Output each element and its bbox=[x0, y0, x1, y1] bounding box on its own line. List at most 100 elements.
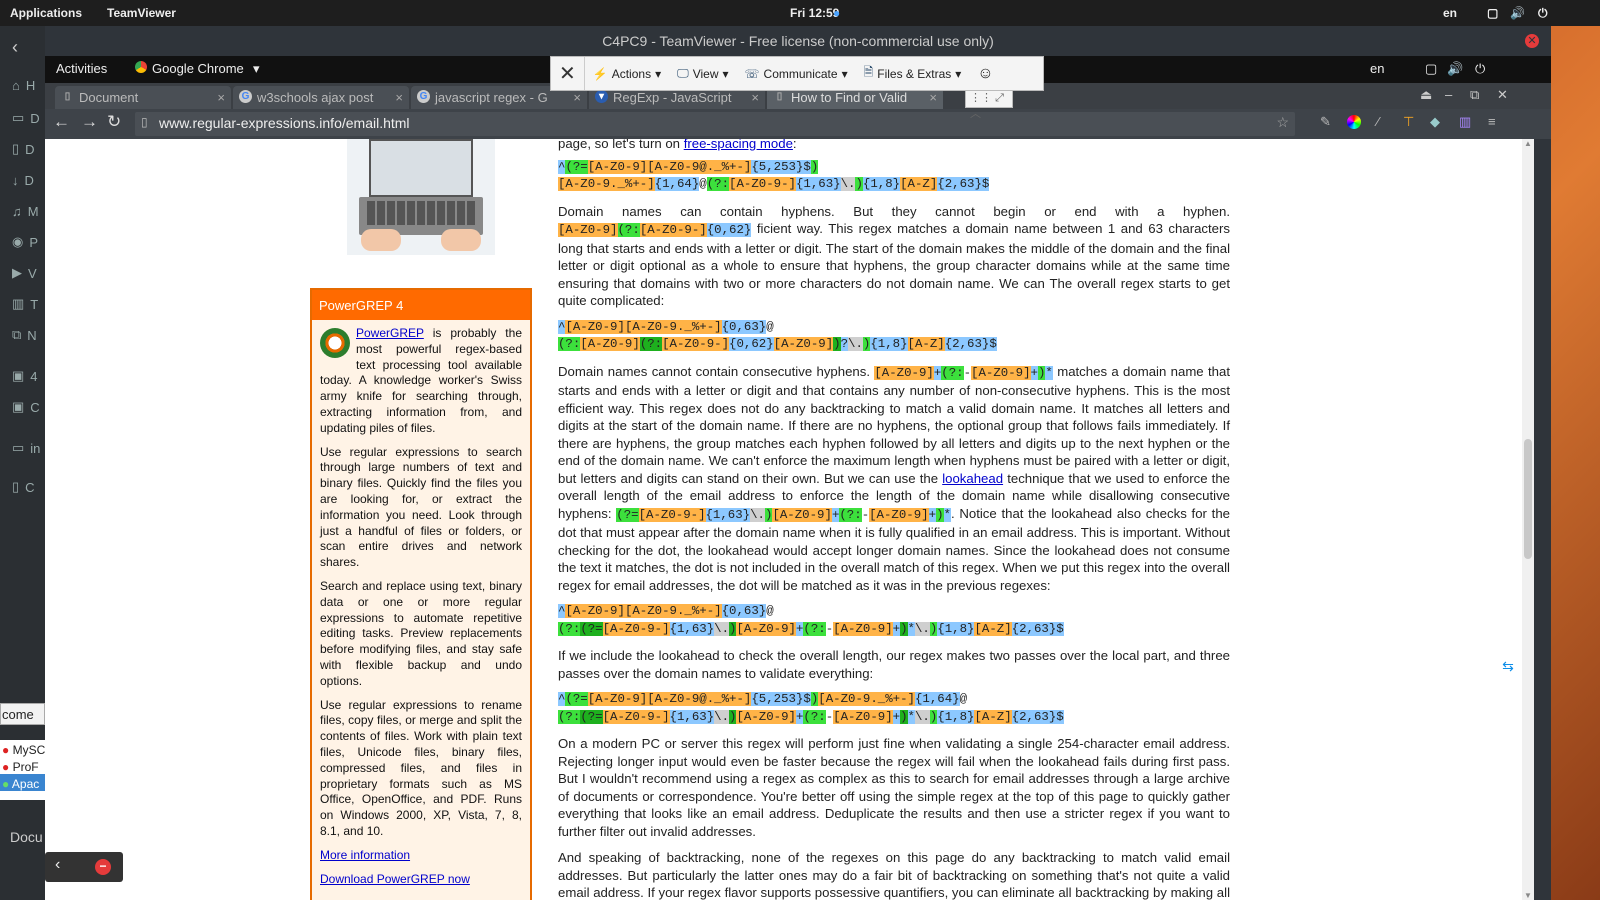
clock[interactable]: Fri 12:59 bbox=[790, 6, 839, 20]
dock-item-home[interactable]: ⌂ H bbox=[0, 68, 45, 102]
close-icon[interactable]: × bbox=[395, 90, 403, 105]
scrollbar-thumb[interactable] bbox=[1524, 439, 1532, 559]
powergrep-link[interactable]: PowerGREP bbox=[356, 326, 424, 340]
close-icon[interactable]: ✕ bbox=[1497, 87, 1508, 103]
view-menu[interactable]: 🖵 View ▾ bbox=[669, 57, 736, 90]
reload-icon[interactable]: ↻ bbox=[107, 112, 121, 132]
dock-item-computer[interactable]: ▯ C bbox=[0, 470, 45, 504]
background-window-field[interactable]: come bbox=[0, 703, 45, 725]
language-indicator[interactable]: en bbox=[1443, 6, 1457, 20]
restore-icon[interactable]: ⧉ bbox=[1470, 87, 1479, 103]
page-scrollbar[interactable]: ▲ ▼ bbox=[1522, 139, 1534, 900]
chrome-omnibar: ← → ↻ ▯ www.regular-expressions.info/ema… bbox=[45, 109, 1551, 139]
extension-pen-icon[interactable]: ✎ bbox=[1320, 114, 1331, 130]
close-icon[interactable]: × bbox=[751, 90, 759, 105]
toolbar-collapse-handle[interactable]: ⋮⋮ ⤢ ︿ bbox=[965, 90, 1013, 120]
lookahead-link[interactable]: lookahead bbox=[942, 471, 1003, 486]
monitor-icon: 🖵 bbox=[677, 66, 689, 80]
page-icon: ▯ bbox=[776, 91, 783, 102]
trash-icon: ▥ bbox=[12, 296, 25, 311]
paragraph-include: If we include the lookahead to check the… bbox=[558, 648, 1230, 681]
remote-language[interactable]: en bbox=[1370, 61, 1384, 76]
back-arrow-icon[interactable]: ‹ bbox=[55, 856, 60, 874]
folder-icon: ▭ bbox=[12, 440, 25, 455]
more-information-link[interactable]: More information bbox=[320, 848, 410, 862]
teamviewer-title: C4PC9 - TeamViewer - Free license (non-c… bbox=[45, 26, 1551, 56]
window-icon[interactable]: ▢ bbox=[1487, 6, 1498, 20]
minimize-icon[interactable]: – bbox=[1445, 87, 1452, 102]
dock-item-desktop[interactable]: ▭ D bbox=[0, 101, 45, 135]
app-menu[interactable]: Google Chrome bbox=[152, 61, 244, 76]
color-picker-icon[interactable] bbox=[1347, 115, 1361, 129]
dock-item-drive-1[interactable]: ▣ 4 bbox=[0, 359, 45, 393]
files-icon: 🗎 bbox=[863, 65, 874, 79]
applications-menu[interactable]: Applications bbox=[10, 6, 82, 20]
ruler-icon[interactable]: ⊤ bbox=[1403, 114, 1414, 130]
extension-icon[interactable]: ◆ bbox=[1430, 114, 1440, 130]
article-content: page, so let's turn on free-spacing mode… bbox=[558, 139, 1230, 900]
teamviewer-side-icon[interactable]: ⇆ bbox=[1497, 655, 1519, 677]
dock-item-network[interactable]: ⧉ N bbox=[0, 318, 45, 352]
tab-document[interactable]: ▯ Document × bbox=[55, 86, 231, 109]
forward-icon[interactable]: → bbox=[81, 112, 98, 132]
os-top-bar: Applications TeamViewer Fri 12:59 ● en ▢… bbox=[0, 0, 1600, 26]
grid-icon: ⋮⋮ bbox=[970, 92, 992, 104]
teamviewer-window: C4PC9 - TeamViewer - Free license (non-c… bbox=[45, 26, 1551, 900]
chevron-down-icon[interactable]: ▾ bbox=[253, 61, 260, 77]
dock-item-folder[interactable]: ▭ in bbox=[0, 431, 45, 465]
close-session-icon[interactable]: ✕ bbox=[551, 57, 585, 90]
back-icon[interactable]: ← bbox=[53, 112, 70, 132]
bookmark-star-icon[interactable]: ☆ bbox=[1276, 114, 1289, 131]
ad-paragraph-2: Use regular expressions to search throug… bbox=[320, 444, 522, 570]
regex-block-2: ^[A-Z0-9][A-Z0-9._%+-]{0,63}@ (?:[A-Z0-9]… bbox=[558, 319, 997, 351]
drive-icon: ▣ bbox=[12, 368, 25, 383]
power-icon[interactable]: ⏻ bbox=[1538, 6, 1548, 21]
scroll-down-icon[interactable]: ▼ bbox=[1524, 891, 1532, 900]
download-link[interactable]: Download PowerGREP now bbox=[320, 872, 470, 886]
window-icon[interactable]: ▢ bbox=[1425, 61, 1437, 77]
stop-icon[interactable]: − bbox=[95, 859, 111, 875]
back-arrow-icon[interactable]: ‹ bbox=[0, 30, 45, 64]
dock-item-pictures[interactable]: ◉ P bbox=[0, 225, 45, 259]
smiley-icon[interactable]: ☺ bbox=[969, 57, 1001, 90]
dock-item-trash[interactable]: ▥ T bbox=[0, 287, 45, 321]
close-icon[interactable]: × bbox=[573, 90, 581, 105]
dock-item-downloads[interactable]: ↓ D bbox=[0, 163, 45, 197]
actions-menu[interactable]: ⚡ Actions ▾ bbox=[585, 57, 669, 90]
address-bar[interactable]: ▯ www.regular-expressions.info/email.htm… bbox=[135, 112, 1295, 136]
google-icon: G bbox=[239, 90, 252, 103]
files-extras-menu[interactable]: 🗎 Files & Extras ▾ bbox=[856, 57, 970, 90]
teamviewer-menu[interactable]: TeamViewer bbox=[107, 6, 176, 20]
dock-item-music[interactable]: ♫ M bbox=[0, 194, 45, 228]
ad-paragraph-3: Search and replace using text, binary da… bbox=[320, 578, 522, 688]
user-icon[interactable]: ⏏ bbox=[1420, 87, 1432, 103]
free-spacing-link[interactable]: free-spacing mode bbox=[684, 139, 793, 151]
eyedropper-icon[interactable]: ⁄ bbox=[1377, 114, 1379, 129]
scroll-up-icon[interactable]: ▲ bbox=[1524, 139, 1532, 148]
volume-icon[interactable]: 🔊 bbox=[1510, 6, 1525, 20]
dock-item-videos[interactable]: ▶ V bbox=[0, 256, 45, 290]
close-icon[interactable]: × bbox=[217, 90, 225, 105]
power-icon[interactable]: ⏻ bbox=[1475, 61, 1485, 77]
powergrep-ad-box: PowerGREP 4 PowerGREP is probably the mo… bbox=[310, 288, 532, 900]
close-icon[interactable]: ✕ bbox=[1525, 34, 1539, 48]
menu-icon[interactable]: ≡ bbox=[1488, 114, 1496, 129]
chevron-down-icon: ▾ bbox=[955, 66, 962, 81]
google-icon: G bbox=[417, 90, 430, 103]
activities-button[interactable]: Activities bbox=[56, 61, 107, 76]
communicate-menu[interactable]: ☏ Communicate ▾ bbox=[737, 57, 856, 90]
status-dot-icon: ● bbox=[2, 743, 10, 757]
music-icon: ♫ bbox=[12, 203, 22, 219]
status-dot-icon: ● bbox=[2, 760, 10, 774]
video-icon: ▶ bbox=[12, 265, 22, 280]
background-window-title[interactable]: Docu bbox=[0, 825, 45, 850]
volume-icon[interactable]: 🔊 bbox=[1447, 61, 1463, 77]
tab-w3schools[interactable]: Gw3schools ajax post × bbox=[233, 86, 409, 109]
close-icon[interactable]: × bbox=[929, 90, 937, 105]
background-window-list: ● MySC ● ProF ● Apac bbox=[0, 740, 45, 800]
network-icon: ⧉ bbox=[12, 327, 22, 342]
dock-item-drive-2[interactable]: ▣ C bbox=[0, 390, 45, 424]
dock-item-documents[interactable]: ▯ D bbox=[0, 132, 45, 166]
grid-extension-icon[interactable]: ▥ bbox=[1459, 114, 1471, 130]
page-icon: ▯ bbox=[64, 91, 71, 102]
